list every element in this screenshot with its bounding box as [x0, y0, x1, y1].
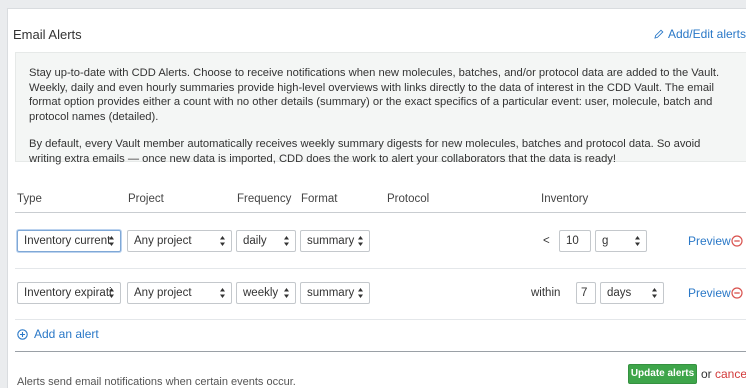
up-down-arrows-icon [358, 288, 363, 298]
preview-link[interactable]: Preview [688, 286, 731, 300]
cancel-link[interactable]: cancel [715, 367, 746, 381]
inventory-unit-value: g [602, 235, 609, 247]
column-header-format: Format [301, 193, 338, 205]
add-edit-alerts-label: Add/Edit alerts [667, 27, 746, 41]
form-footer-divider [15, 351, 746, 352]
or-text: or [701, 367, 712, 381]
column-header-type: Type [17, 193, 42, 205]
footer-note: Alerts send email notifications when cer… [17, 376, 296, 388]
alert-type-value: Inventory expirati [24, 287, 112, 299]
inventory-unit-select[interactable]: g [595, 230, 647, 252]
alert-format-value: summary [307, 287, 355, 299]
row-divider [15, 319, 746, 320]
alert-project-value: Any project [134, 235, 192, 247]
add-edit-alerts-link[interactable]: Add/Edit alerts [654, 27, 746, 41]
up-down-arrows-icon [109, 288, 114, 298]
up-down-arrows-icon [220, 236, 225, 246]
up-down-arrows-icon [284, 288, 289, 298]
inventory-amount-input[interactable]: 7 [576, 282, 596, 304]
up-down-arrows-icon [358, 236, 363, 246]
alert-project-select[interactable]: Any project [127, 230, 232, 252]
column-header-protocol: Protocol [387, 193, 430, 205]
update-alerts-button[interactable]: Update alerts [628, 364, 697, 384]
alert-type-select[interactable]: Inventory expirati [17, 282, 121, 304]
pencil-icon [654, 29, 664, 39]
column-header-frequency: Frequency [237, 193, 292, 205]
preview-link[interactable]: Preview [688, 234, 731, 248]
row-divider [15, 268, 746, 269]
inventory-unit-select[interactable]: days [600, 282, 664, 304]
alert-project-value: Any project [134, 287, 192, 299]
up-down-arrows-icon [284, 236, 289, 246]
alert-frequency-value: weekly [243, 287, 279, 299]
up-down-arrows-icon [109, 236, 114, 246]
plus-circle-icon [17, 328, 28, 340]
alert-project-select[interactable]: Any project [127, 282, 232, 304]
add-alert-label: Add an alert [34, 327, 99, 341]
alert-frequency-select[interactable]: weekly [236, 282, 296, 304]
alert-type-value: Inventory current [24, 235, 111, 247]
minus-circle-icon[interactable] [731, 235, 743, 247]
alert-format-value: summary [307, 235, 355, 247]
up-down-arrows-icon [635, 236, 640, 246]
up-down-arrows-icon [220, 288, 225, 298]
inventory-amount-input[interactable]: 10 [559, 230, 591, 252]
column-header-inventory: Inventory [541, 193, 589, 205]
alert-frequency-select[interactable]: daily [236, 230, 296, 252]
up-down-arrows-icon [652, 288, 657, 298]
info-paragraph-1: Stay up-to-date with CDD Alerts. Choose … [29, 67, 720, 123]
table-header-divider [15, 212, 746, 213]
minus-circle-icon[interactable] [731, 287, 743, 299]
add-alert-link[interactable]: Add an alert [17, 327, 99, 341]
info-paragraph-2: By default, every Vault member automatic… [29, 138, 701, 165]
inventory-operator: within [531, 287, 561, 299]
column-header-project: Project [128, 193, 164, 205]
alert-format-select[interactable]: summary [300, 282, 370, 304]
inventory-unit-value: days [607, 287, 632, 299]
alert-frequency-value: daily [243, 235, 267, 247]
alert-format-select[interactable]: summary [300, 230, 370, 252]
inventory-operator: < [543, 235, 550, 247]
alerts-info-box: Stay up-to-date with CDD Alerts. Choose … [15, 52, 746, 165]
page-title: Email Alerts [13, 27, 82, 42]
alert-type-select[interactable]: Inventory current [17, 230, 121, 252]
